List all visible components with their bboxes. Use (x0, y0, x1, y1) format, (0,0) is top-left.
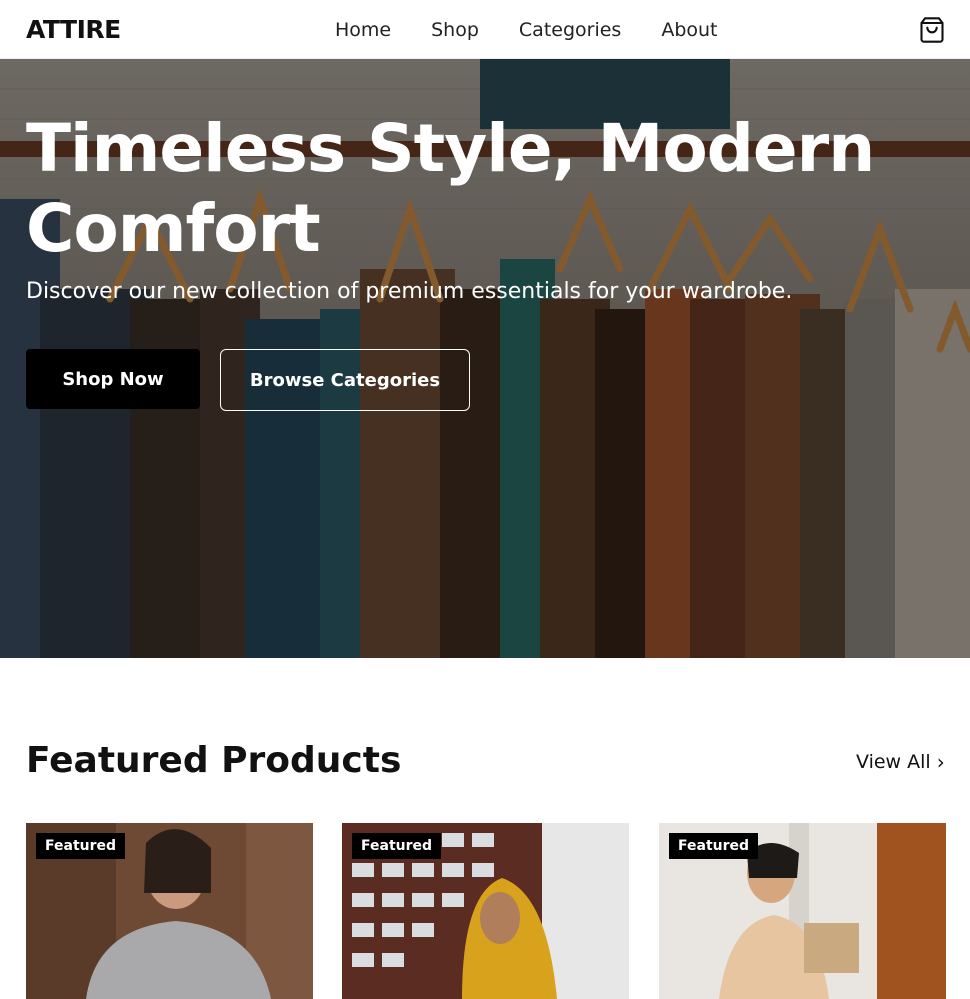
chevron-right-icon: › (936, 750, 945, 774)
featured-badge: Featured (669, 833, 759, 859)
product-card[interactable]: Featured (342, 823, 629, 999)
product-card[interactable]: Featured (26, 823, 313, 999)
shopping-bag-icon[interactable] (918, 16, 946, 44)
featured-products-title: Featured Products (26, 740, 402, 781)
nav-shop[interactable]: Shop (431, 19, 479, 41)
main-nav: Home Shop Categories About (335, 0, 758, 59)
featured-badge: Featured (352, 833, 442, 859)
hero-banner: Timeless Style, Modern Comfort Discover … (0, 59, 970, 658)
browse-categories-button[interactable]: Browse Categories (220, 349, 470, 411)
hero-subtitle: Discover our new collection of premium e… (26, 279, 793, 304)
product-card[interactable]: Featured (659, 823, 946, 999)
view-all-label: View All (856, 751, 931, 773)
hero-title: Timeless Style, Modern Comfort (26, 110, 875, 267)
featured-badge: Featured (36, 833, 126, 859)
nav-categories[interactable]: Categories (519, 19, 621, 41)
shop-now-button[interactable]: Shop Now (26, 349, 200, 409)
logo[interactable]: ATTIRE (26, 15, 121, 44)
site-header: ATTIRE Home Shop Categories About (0, 0, 970, 59)
nav-about[interactable]: About (661, 19, 717, 41)
nav-home[interactable]: Home (335, 19, 391, 41)
view-all-link[interactable]: View All › (856, 750, 945, 774)
